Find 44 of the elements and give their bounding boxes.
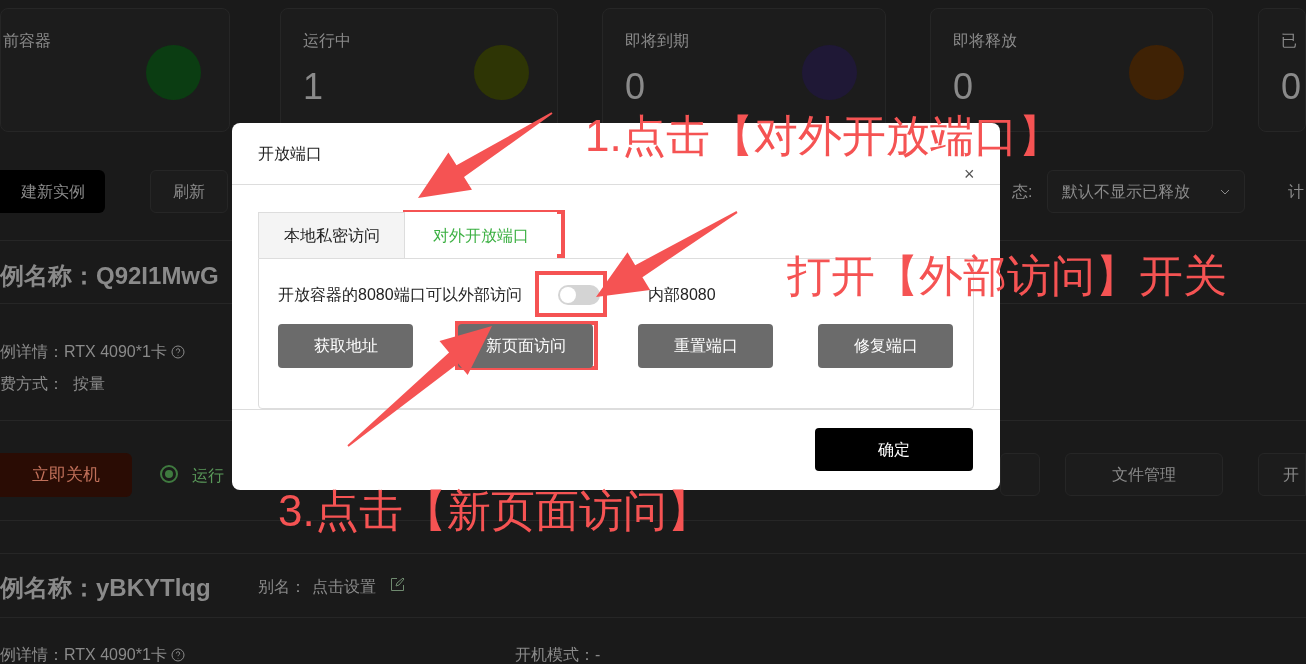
column-label: 计 (1288, 182, 1304, 202)
boot-mode: 开机模式：- (515, 645, 601, 664)
billing-method: 费方式： 按量 (0, 374, 105, 394)
stat-label: 运行中 (303, 31, 351, 51)
tab[interactable]: 对外开放端口 (405, 212, 557, 258)
status-label: 态: (1012, 182, 1033, 202)
stat-value: 0 (1281, 69, 1302, 105)
internal-port: 内部8080 (648, 285, 716, 305)
help-icon (170, 345, 185, 359)
ok-button[interactable]: 确定 (815, 428, 973, 471)
create-instance-button[interactable]: 建新实例 (0, 170, 105, 213)
close-button[interactable]: × (964, 165, 975, 183)
stat-value: 0 (953, 69, 974, 105)
more-button[interactable]: 开 (1258, 453, 1306, 496)
stat-label: 已 (1281, 31, 1297, 51)
instance-name: 例名称：Q92I1MwG (0, 261, 219, 291)
stat-label: 即将释放 (953, 31, 1017, 51)
chevron-down-icon (1220, 188, 1230, 195)
stat-label: 即将到期 (625, 31, 689, 51)
help-icon (170, 648, 185, 662)
port-action-button[interactable]: 修复端口 (818, 324, 953, 368)
status-select[interactable]: 默认不显示已释放 (1047, 170, 1245, 213)
select-value: 默认不显示已释放 (1062, 181, 1190, 202)
annotation-text: 3.点击【新页面访问】 (278, 487, 711, 535)
dialog-title: 开放端口 (258, 143, 322, 164)
instance-details: 例详情：RTX 4090*1卡 (0, 342, 167, 362)
stat-label: 前容器 (3, 31, 51, 51)
port-description: 开放容器的8080端口可以外部访问 (278, 285, 523, 305)
shutdown-button[interactable]: 立即关机 (0, 453, 132, 497)
instance-name: 例名称：yBKYTlqg (0, 573, 211, 603)
file-manager-button[interactable]: 文件管理 (1065, 453, 1223, 496)
port-action-button[interactable]: 获取地址 (278, 324, 413, 368)
port-action-button[interactable]: 重置端口 (638, 324, 773, 368)
stat-value: 0 (625, 69, 646, 105)
stat-value: 1 (303, 69, 324, 105)
alias-label: 别名： (258, 577, 306, 597)
alias-link[interactable]: 点击设置 (312, 575, 376, 599)
edit-icon[interactable] (390, 577, 405, 592)
status-text: 运行 (192, 466, 224, 486)
action-button[interactable] (1000, 453, 1040, 496)
refresh-button[interactable]: 刷新 (150, 170, 228, 213)
external-access-toggle[interactable] (558, 285, 600, 305)
tab[interactable]: 本地私密访问 (258, 212, 405, 258)
instance-details: 例详情：RTX 4090*1卡 (0, 645, 167, 664)
